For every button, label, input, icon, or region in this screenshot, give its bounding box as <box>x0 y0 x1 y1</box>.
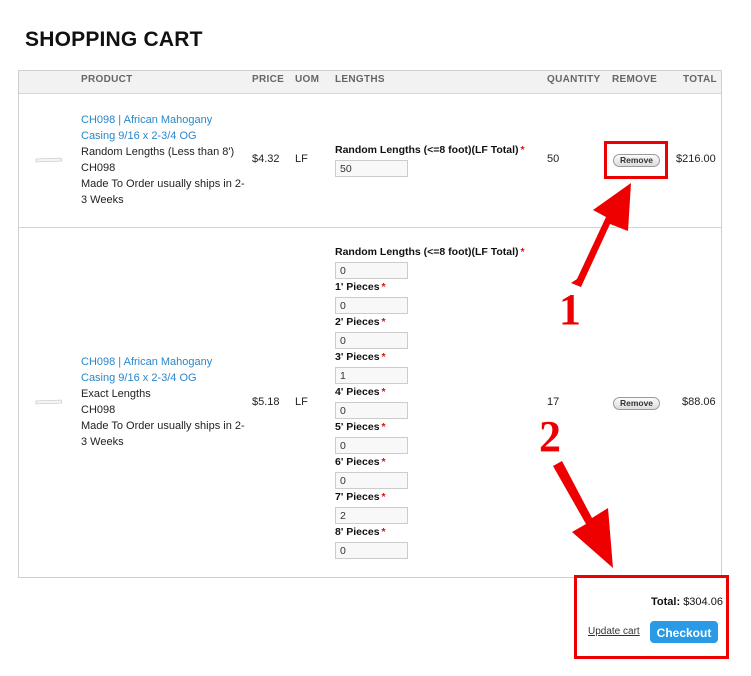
arrow-down-icon <box>553 461 613 568</box>
annotation-marker-1: 1 <box>559 285 581 334</box>
annotation-arrows <box>553 183 631 568</box>
arrow-up-icon <box>571 183 631 287</box>
annotation-marker-2: 2 <box>539 412 561 461</box>
